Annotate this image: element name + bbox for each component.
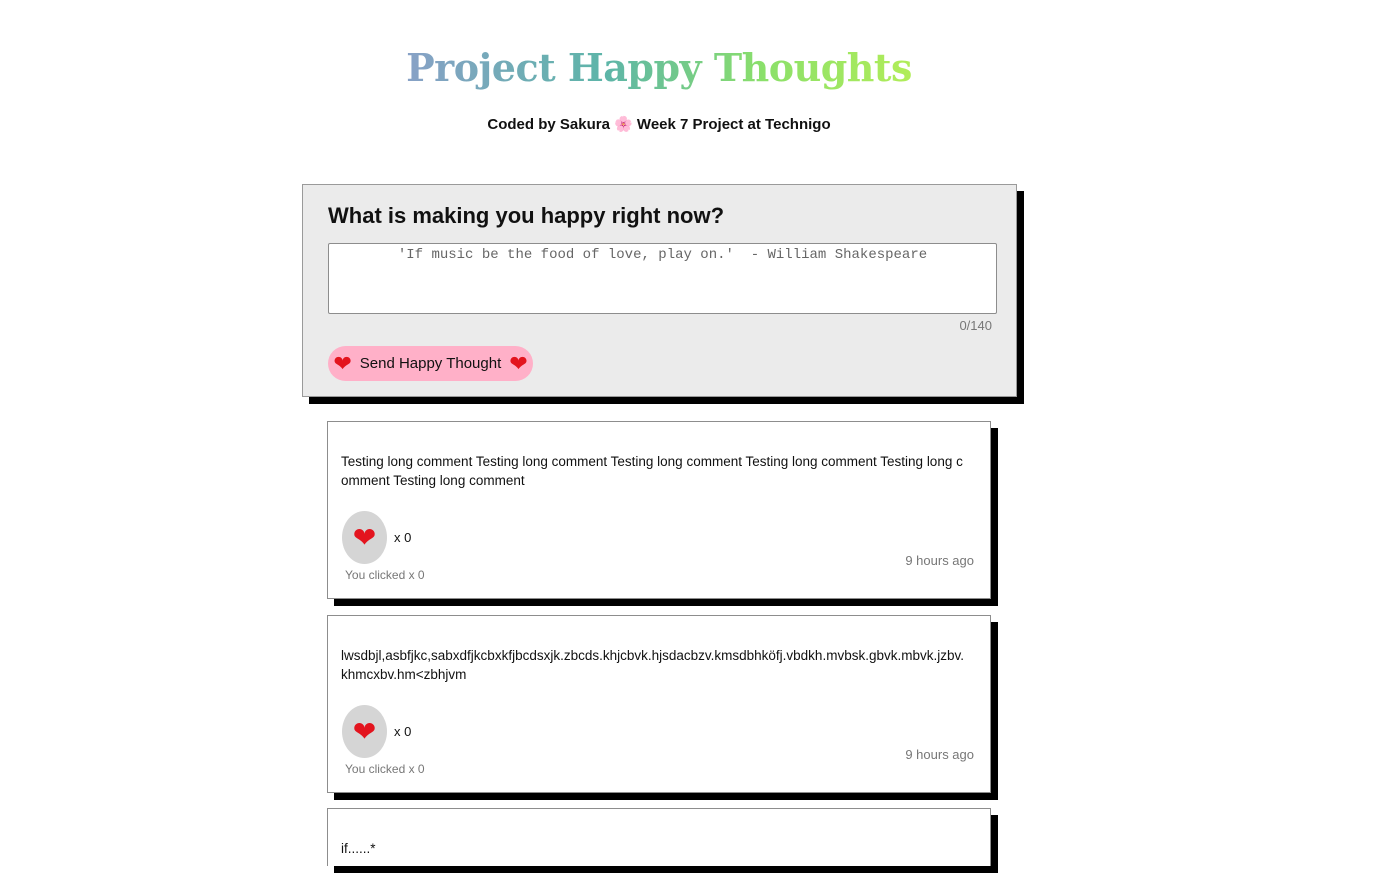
send-button-label: Send Happy Thought (359, 355, 502, 372)
heart-icon: ❤ (509, 350, 528, 376)
page-title: Project Happy Thoughts (0, 40, 1318, 96)
heart-icon: ❤ (352, 715, 377, 747)
like-button[interactable]: ❤ (342, 511, 387, 564)
send-thought-button[interactable]: ❤ Send Happy Thought ❤ (328, 346, 533, 381)
like-count: x 0 (394, 530, 412, 545)
you-clicked-count: You clicked x 0 (345, 568, 425, 582)
thought-timestamp: 9 hours ago (905, 747, 974, 762)
thought-message: Testing long comment Testing long commen… (341, 454, 963, 488)
like-button[interactable]: ❤ (342, 705, 387, 758)
page: Project Happy Thoughts Coded by Sakura 🌸… (0, 0, 1400, 873)
thought-message: lwsdbjl,asbfjkc,sabxdfjkcbxkfjbcdsxjk.zb… (341, 648, 964, 682)
heart-icon: ❤ (333, 350, 352, 376)
thought-card: Testing long comment Testing long commen… (327, 421, 991, 599)
thought-form: What is making you happy right now? 0/14… (302, 184, 1017, 397)
page-subtitle: Coded by Sakura 🌸 Week 7 Project at Tech… (487, 116, 831, 133)
you-clicked-count: You clicked x 0 (345, 762, 425, 776)
thought-timestamp: 9 hours ago (905, 553, 974, 568)
heart-icon: ❤ (352, 521, 377, 553)
thought-input[interactable] (328, 243, 997, 314)
thought-message: if......* (341, 841, 376, 856)
form-heading: What is making you happy right now? (328, 203, 725, 228)
character-counter: 0/140 (959, 318, 992, 333)
like-count: x 0 (394, 724, 412, 739)
thought-card: if......* (327, 808, 991, 866)
thought-card: lwsdbjl,asbfjkc,sabxdfjkcbxkfjbcdsxjk.zb… (327, 615, 991, 793)
